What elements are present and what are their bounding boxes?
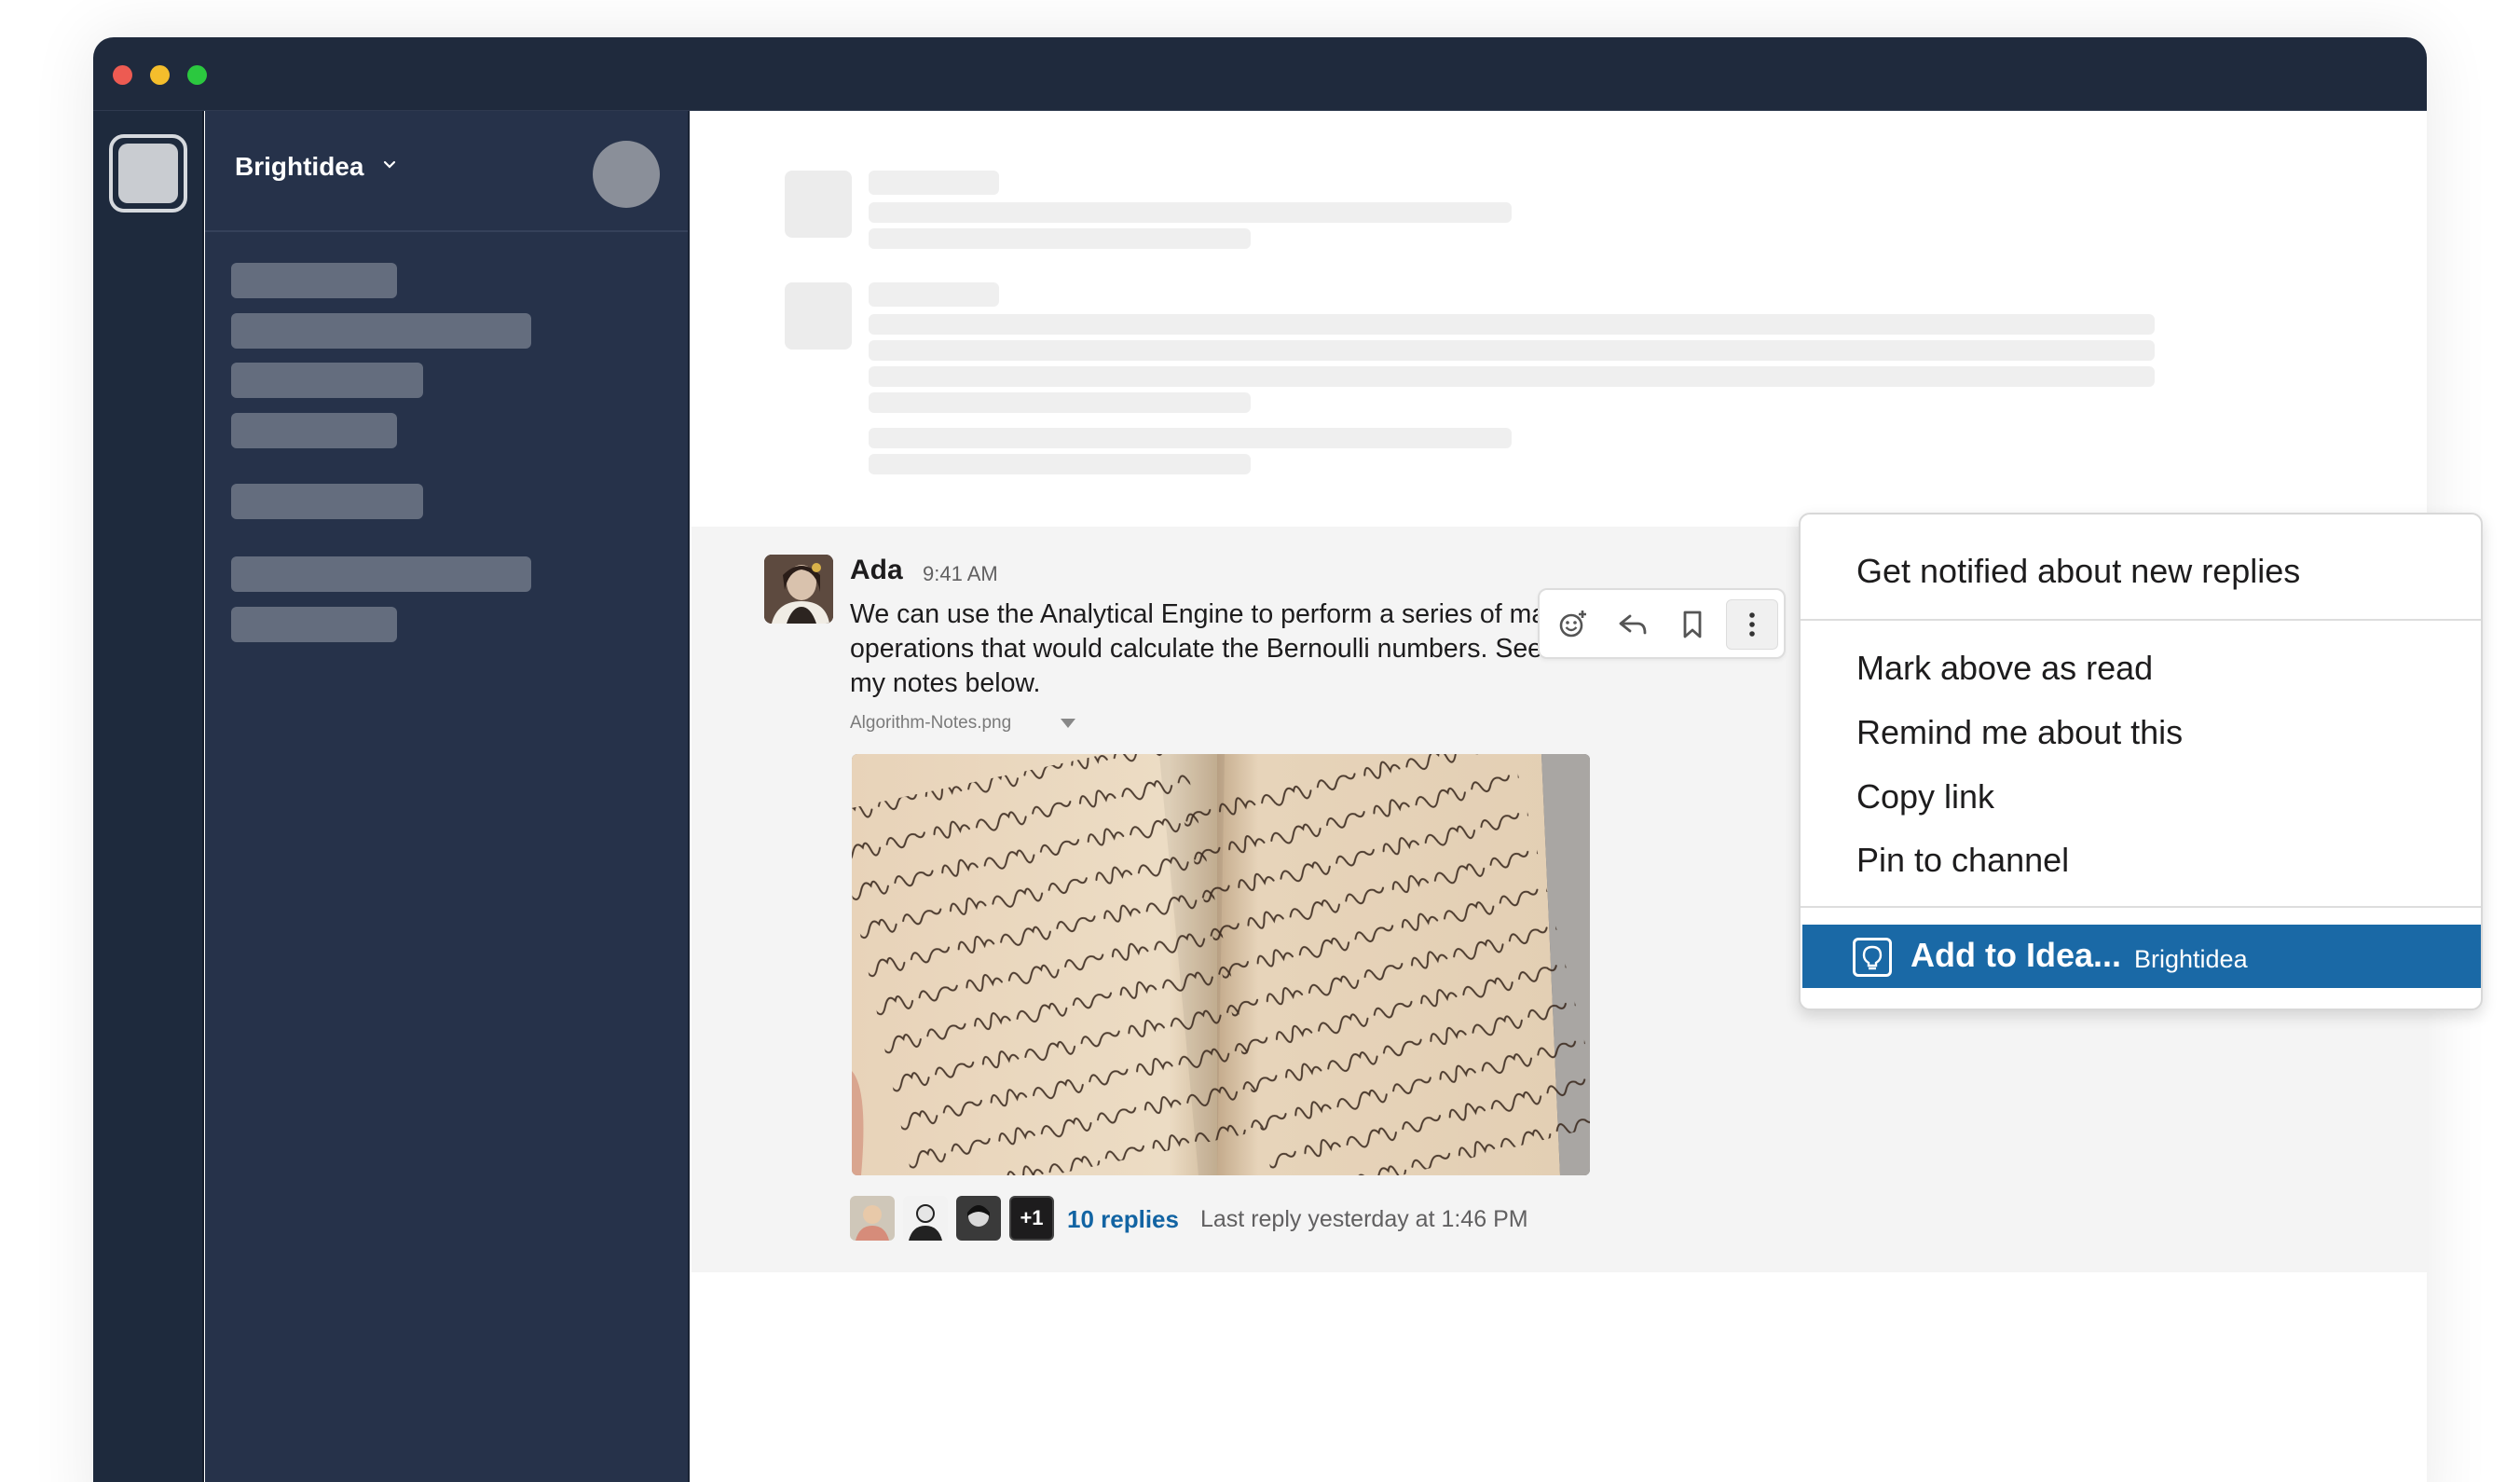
placeholder-line [869,228,1251,249]
placeholder-line [869,171,999,195]
placeholder-line [869,314,2155,335]
chevron-down-icon[interactable] [382,158,397,172]
menu-item-add-to-idea[interactable]: Add to Idea... Brightidea [1802,925,2481,988]
title-bar [93,37,2427,111]
menu-item-get-notified[interactable]: Get notified about new replies [1856,552,2300,591]
zoom-window-button[interactable] [187,65,207,85]
lightbulb-icon [1853,938,1892,977]
placeholder-line [869,428,1512,448]
placeholder-line [869,392,1251,413]
menu-item-pin-to-channel[interactable]: Pin to channel [1856,841,2069,880]
sidebar-placeholder [231,413,397,448]
participant-avatar[interactable] [903,1196,948,1241]
placeholder-line [869,366,2155,387]
message-context-menu: Get notified about new replies Mark abov… [1799,513,2483,1010]
workspace-switcher-tile[interactable] [109,134,187,213]
attachment-image[interactable] [852,754,1590,1175]
placeholder-line [869,282,999,307]
placeholder-avatar [785,282,852,350]
menu-item-remind-me[interactable]: Remind me about this [1856,713,2183,752]
attachment-file-name[interactable]: Algorithm-Notes.png [850,713,1011,734]
attachment-toggle-icon[interactable] [1061,719,1075,728]
sidebar: Brightidea [205,111,690,1482]
sidebar-placeholder [231,363,423,398]
sidebar-placeholder [231,313,531,349]
add-reaction-icon [1559,611,1586,638]
save-message-button[interactable] [1666,599,1719,650]
reply-in-thread-button[interactable] [1607,599,1659,650]
more-participants-badge[interactable]: +1 [1009,1196,1054,1241]
placeholder-line [869,340,2155,361]
replies-link[interactable]: 10 replies [1067,1205,1179,1234]
placeholder-avatar [785,171,852,238]
user-avatar[interactable] [593,141,660,208]
add-reaction-button[interactable] [1547,599,1599,650]
message-timestamp[interactable]: 9:41 AM [923,562,998,586]
placeholder-line [869,202,1512,223]
author-name[interactable]: Ada [850,555,903,586]
sidebar-placeholder [231,607,397,642]
workspace-rail [93,111,204,1482]
workspace-icon [118,144,178,203]
sidebar-placeholder [231,263,397,298]
minimize-window-button[interactable] [150,65,170,85]
add-to-idea-label: Add to Idea... [1911,936,2122,974]
sidebar-header: Brightidea [205,111,688,232]
participant-avatar[interactable] [850,1196,895,1241]
participant-avatar[interactable] [956,1196,1001,1241]
workspace-name[interactable]: Brightidea [235,152,363,182]
menu-divider [1801,906,2481,908]
sidebar-placeholder [231,556,531,592]
more-actions-button[interactable] [1726,599,1778,650]
more-actions-icon [1749,612,1755,637]
app-name-label: Brightidea [2134,945,2248,973]
close-window-button[interactable] [113,65,132,85]
menu-item-mark-read[interactable]: Mark above as read [1856,649,2153,688]
author-avatar[interactable] [764,555,833,624]
reply-icon [1619,614,1647,635]
placeholder-line [869,454,1251,474]
last-reply-time: Last reply yesterday at 1:46 PM [1200,1206,1528,1232]
bookmark-icon [1683,611,1702,638]
menu-item-copy-link[interactable]: Copy link [1856,777,1994,816]
message-actions-toolbar [1538,588,1786,659]
menu-divider [1801,619,2481,621]
sidebar-placeholder [231,484,423,519]
